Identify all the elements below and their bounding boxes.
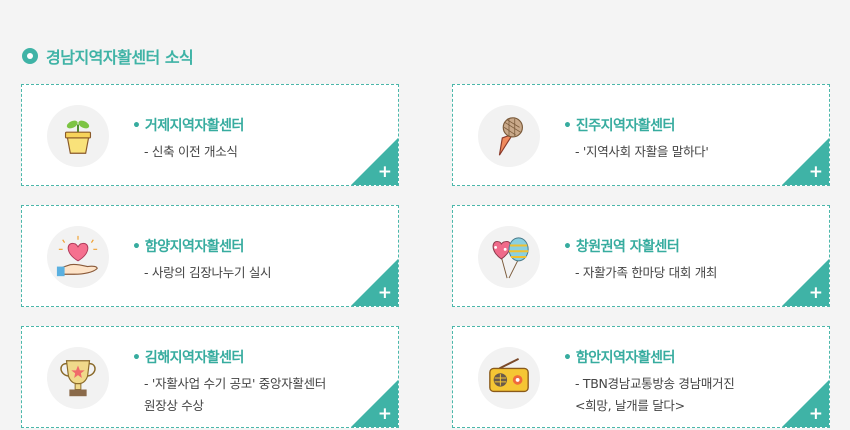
- news-card-geoje[interactable]: 거제지역자활센터 - 신축 이전 개소식 +: [21, 84, 399, 186]
- news-card-jinju[interactable]: 진주지역자활센터 - '지역사회 자활을 말하다' +: [452, 84, 830, 186]
- card-title[interactable]: 함양지역자활센터: [132, 236, 271, 256]
- card-title[interactable]: 진주지역자활센터: [563, 115, 709, 135]
- news-card-gimhae[interactable]: 김해지역자활센터 - '자활사업 수기 공모' 중앙자활센터 원장상 수상 +: [21, 326, 399, 428]
- section-title: 경남지역자활센터 소식: [22, 44, 194, 68]
- more-button[interactable]: [351, 259, 398, 306]
- card-title[interactable]: 함안지역자활센터: [563, 347, 734, 367]
- card-title[interactable]: 김해지역자활센터: [132, 347, 326, 367]
- card-desc-line: 원장상 수상: [144, 398, 204, 413]
- card-desc-line: - 사랑의 김장나누기 실시: [144, 265, 272, 280]
- heart-hand-icon: [47, 226, 109, 288]
- card-desc-line: - 자활가족 한마당 대회 개최: [575, 265, 718, 280]
- more-button[interactable]: [351, 138, 398, 185]
- more-button[interactable]: [351, 380, 398, 427]
- balloons-icon: [478, 226, 540, 288]
- microphone-icon: [478, 105, 540, 167]
- card-title[interactable]: 거제지역자활센터: [132, 115, 245, 135]
- card-desc-line: - '자활사업 수기 공모' 중앙자활센터: [144, 376, 326, 391]
- news-card-hamyang[interactable]: 함양지역자활센터 - 사랑의 김장나누기 실시 +: [21, 205, 399, 307]
- more-button[interactable]: [782, 259, 829, 306]
- radio-icon: [478, 347, 540, 409]
- more-button[interactable]: [782, 138, 829, 185]
- news-card-changwon[interactable]: 창원권역 자활센터 - 자활가족 한마당 대회 개최 +: [452, 205, 830, 307]
- card-title[interactable]: 창원권역 자활센터: [563, 236, 717, 256]
- circle-bullet-icon: [22, 48, 38, 64]
- card-desc-line: - TBN경남교통방송 경남매거진: [575, 376, 735, 391]
- trophy-icon: [47, 347, 109, 409]
- more-button[interactable]: [782, 380, 829, 427]
- section-title-text: 경남지역자활센터 소식: [46, 48, 194, 67]
- news-card-haman[interactable]: 함안지역자활센터 - TBN경남교통방송 경남매거진 <희망, 날개를 달다> …: [452, 326, 830, 428]
- card-desc-line: <희망, 날개를 달다>: [575, 398, 685, 413]
- plant-pot-icon: [47, 105, 109, 167]
- card-desc-line: - '지역사회 자활을 말하다': [575, 144, 709, 159]
- card-desc-line: - 신축 이전 개소식: [144, 144, 238, 159]
